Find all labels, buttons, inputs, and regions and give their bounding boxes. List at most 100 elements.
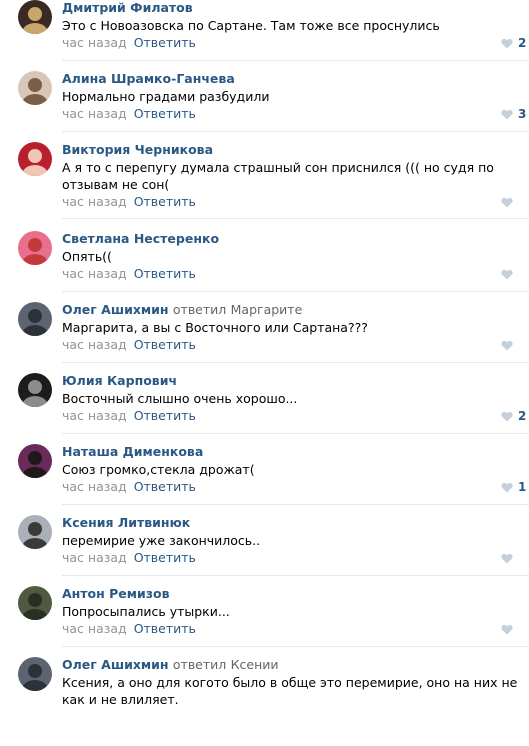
like-button[interactable] (501, 621, 529, 637)
author-name[interactable]: Юлия Карпович (62, 373, 177, 388)
comment-text: Попросыпались утырки... (62, 604, 230, 619)
like-button[interactable] (501, 266, 529, 282)
like-count: 2 (518, 409, 527, 423)
like-count: 2 (518, 36, 527, 50)
like-button[interactable] (501, 550, 529, 566)
author-name[interactable]: Олег Ашихмин (62, 657, 169, 672)
comment-item: Ксения Литвинюк перемирие уже закончилось… (0, 515, 529, 586)
avatar-image (18, 0, 52, 34)
comment-time[interactable]: час назад (62, 479, 127, 494)
reply-link[interactable]: Ответить (134, 621, 196, 636)
avatar[interactable] (18, 142, 52, 176)
reply-link[interactable]: Ответить (134, 550, 196, 565)
author-name[interactable]: Алина Шрамко-Ганчева (62, 71, 235, 86)
avatar-image (18, 373, 52, 407)
divider (62, 60, 529, 61)
reply-link[interactable]: Ответить (134, 35, 196, 50)
avatar[interactable] (18, 0, 52, 34)
reply-link[interactable]: Ответить (134, 479, 196, 494)
heart-icon (501, 197, 513, 207)
author-name[interactable]: Олег Ашихмин (62, 302, 169, 317)
comment-time[interactable]: час назад (62, 35, 127, 50)
like-button[interactable] (501, 194, 529, 210)
author-name[interactable]: Дмитрий Филатов (62, 0, 193, 15)
avatar[interactable] (18, 444, 52, 478)
comment-item: Юлия Карпович Восточный слышно очень хоро… (0, 373, 529, 444)
author-name[interactable]: Светлана Нестеренко (62, 231, 219, 246)
avatar[interactable] (18, 302, 52, 336)
comment-meta: час назад Ответить (62, 337, 196, 353)
heart-icon (501, 553, 513, 563)
like-count: 3 (518, 107, 527, 121)
reply-link[interactable]: Ответить (134, 337, 196, 352)
comment-time[interactable]: час назад (62, 194, 127, 209)
comment-meta: час назад Ответить (62, 550, 196, 566)
comment-meta: час назад Ответить (62, 194, 196, 210)
avatar[interactable] (18, 657, 52, 691)
heart-icon (501, 624, 513, 634)
like-button[interactable] (501, 337, 529, 353)
like-button[interactable]: 1 (501, 479, 529, 495)
reply-to-name[interactable]: Маргарите (231, 302, 303, 317)
comment-header: Светлана Нестеренко (62, 231, 219, 247)
avatar-image (18, 302, 52, 336)
heart-icon (501, 482, 513, 492)
comment-time[interactable]: час назад (62, 550, 127, 565)
heart-icon (501, 109, 513, 119)
comment-header: Олег Ашихмин ответил Маргарите (62, 302, 302, 318)
heart-icon (501, 340, 513, 350)
comment-text: Маргарита, а вы с Восточного или Сартана… (62, 320, 368, 335)
comment-time[interactable]: час назад (62, 408, 127, 423)
replied-label: ответил (172, 657, 227, 672)
divider (62, 218, 529, 219)
heart-icon (501, 269, 513, 279)
divider (62, 131, 529, 132)
divider (62, 433, 529, 434)
comment-meta: час назад Ответить (62, 106, 196, 122)
like-button[interactable]: 2 (501, 35, 529, 51)
reply-link[interactable]: Ответить (134, 408, 196, 423)
avatar[interactable] (18, 71, 52, 105)
comment-header: Дмитрий Филатов (62, 0, 193, 16)
avatar[interactable] (18, 515, 52, 549)
author-name[interactable]: Ксения Литвинюк (62, 515, 190, 530)
comment-header: Виктория Черникова (62, 142, 213, 158)
author-name[interactable]: Наташа Дименкова (62, 444, 203, 459)
comment-meta: час назад Ответить (62, 35, 196, 51)
reply-link[interactable]: Ответить (134, 106, 196, 121)
like-button[interactable]: 3 (501, 106, 529, 122)
comment-item: Олег Ашихмин ответил Маргарите Маргарита,… (0, 302, 529, 373)
reply-to-name[interactable]: Ксении (231, 657, 279, 672)
like-button[interactable]: 2 (501, 408, 529, 424)
avatar[interactable] (18, 231, 52, 265)
comment-header: Ксения Литвинюк (62, 515, 190, 531)
avatar[interactable] (18, 373, 52, 407)
comment-item: Алина Шрамко-Ганчева Нормально градами ра… (0, 71, 529, 142)
comment-time[interactable]: час назад (62, 106, 127, 121)
divider (62, 575, 529, 576)
comment-item: Дмитрий Филатов Это с Новоазовска по Сарт… (0, 0, 529, 71)
avatar-image (18, 142, 52, 176)
comment-header: Алина Шрамко-Ганчева (62, 71, 235, 87)
comment-header: Олег Ашихмин ответил Ксении (62, 657, 279, 673)
heart-icon (501, 411, 513, 421)
comment-text: Опять(( (62, 249, 112, 264)
author-name[interactable]: Антон Ремизов (62, 586, 170, 601)
avatar[interactable] (18, 586, 52, 620)
avatar-image (18, 657, 52, 691)
comment-text: Нормально градами разбудили (62, 89, 270, 104)
author-name[interactable]: Виктория Черникова (62, 142, 213, 157)
reply-link[interactable]: Ответить (134, 194, 196, 209)
comment-text: Это с Новоазовска по Сартане. Там тоже в… (62, 18, 440, 33)
comment-time[interactable]: час назад (62, 266, 127, 281)
comment-item: Антон Ремизов Попросыпались утырки... час … (0, 586, 529, 657)
divider (62, 504, 529, 505)
reply-link[interactable]: Ответить (134, 266, 196, 281)
comment-meta: час назад Ответить (62, 479, 196, 495)
comment-meta: час назад Ответить (62, 621, 196, 637)
comment-time[interactable]: час назад (62, 337, 127, 352)
comment-text: Союз громко,стекла дрожат( (62, 462, 255, 477)
comment-time[interactable]: час назад (62, 621, 127, 636)
comment-item: Наташа Дименкова Союз громко,стекла дрожа… (0, 444, 529, 515)
heart-icon (501, 38, 513, 48)
